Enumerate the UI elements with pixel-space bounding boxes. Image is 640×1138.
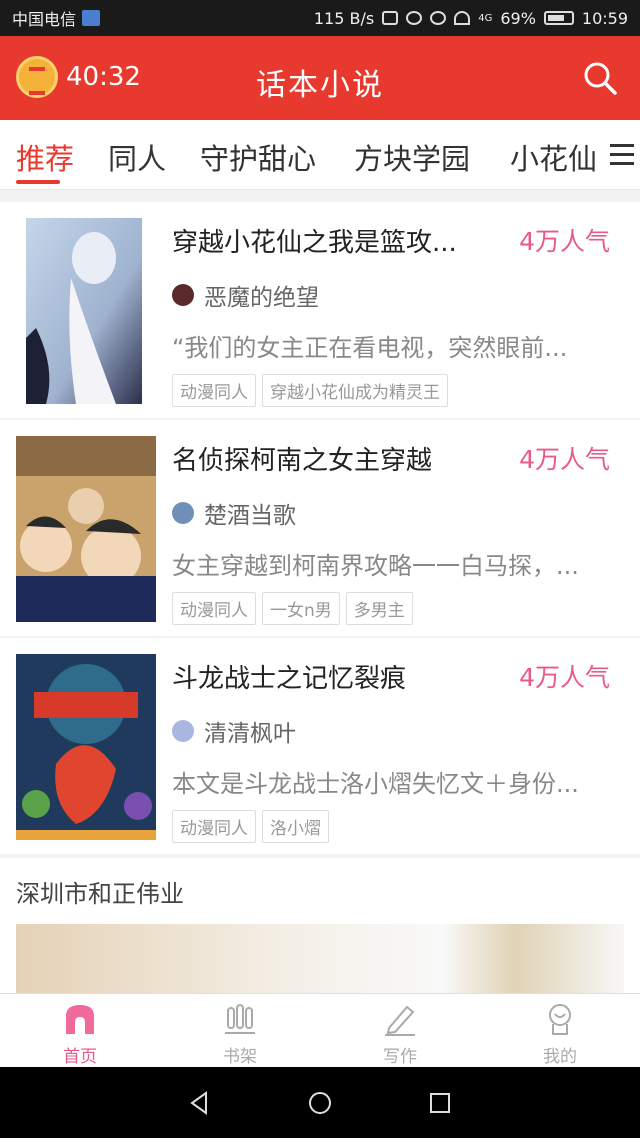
nav-label: 写作 <box>383 1047 417 1067</box>
novel-summary: 女主穿越到柯南界攻略一一白马探，... <box>172 552 579 580</box>
category-tabs: 推荐 同人 守护甜心 方块学园 小花仙 <box>0 120 640 190</box>
tab-block-academy[interactable]: 方块学园 <box>354 136 470 178</box>
tab-fanfic[interactable]: 同人 <box>108 136 166 178</box>
status-bar: 中国电信 115 B/s 4G 69% 10:59 <box>0 0 640 36</box>
notification-icon <box>82 10 101 26</box>
tab-little-flower-fairy[interactable]: 小花仙 <box>510 136 597 178</box>
nav-label: 我的 <box>543 1047 577 1067</box>
pencil-icon <box>385 1005 415 1036</box>
ad-banner[interactable]: 深圳市和正伟业 <box>0 858 640 993</box>
novel-cover <box>16 654 156 840</box>
back-icon[interactable] <box>188 1091 212 1115</box>
tab-guardian-sweetheart[interactable]: 守护甜心 <box>200 136 316 178</box>
nav-bookshelf[interactable]: 书架 <box>160 994 320 1067</box>
app-bar: 40:32 话本小说 <box>0 36 640 120</box>
tag[interactable]: 动漫同人 <box>172 810 256 843</box>
network-speed: 115 B/s <box>313 8 375 28</box>
novel-title: 穿越小花仙之我是篮攻... <box>172 228 457 258</box>
alarm-icon <box>406 11 423 25</box>
clock: 10:59 <box>581 8 628 28</box>
nav-write[interactable]: 写作 <box>320 994 480 1067</box>
system-nav-bar <box>0 1067 640 1138</box>
novel-summary: “我们的女主正在看电视，突然眼前... <box>172 334 568 362</box>
nav-home[interactable]: 首页 <box>0 994 160 1067</box>
novel-popularity: 4万人气 <box>519 227 610 256</box>
author-name: 清清枫叶 <box>204 721 296 747</box>
novel-title: 名侦探柯南之女主穿越 <box>172 446 433 476</box>
ad-title: 深圳市和正伟业 <box>16 880 184 908</box>
author-name: 恶魔的绝望 <box>204 285 319 311</box>
tag-list: 动漫同人 一女n男 多男主 <box>172 592 413 625</box>
nav-label: 首页 <box>63 1047 97 1067</box>
active-tab-indicator <box>16 180 60 184</box>
author-row: 楚酒当歌 <box>172 496 296 530</box>
novel-cover <box>26 218 142 404</box>
app-title: 话本小说 <box>256 68 384 103</box>
eye-icon <box>430 11 447 25</box>
novel-list[interactable]: 穿越小花仙之我是篮攻... 4万人气 恶魔的绝望 “我们的女主正在看电视，突然眼… <box>0 190 640 993</box>
author-row: 恶魔的绝望 <box>172 278 319 312</box>
tag-list: 动漫同人 穿越小花仙成为精灵王 <box>172 374 448 407</box>
bookshelf-icon <box>225 1004 255 1034</box>
carrier-group: 中国电信 <box>12 6 101 30</box>
carrier-name: 中国电信 <box>12 10 77 29</box>
novel-card[interactable]: 穿越小花仙之我是篮攻... 4万人气 恶魔的绝望 “我们的女主正在看电视，突然眼… <box>0 202 640 418</box>
tag-list: 动漫同人 洛小熠 <box>172 810 329 843</box>
author-name: 楚酒当歌 <box>204 503 296 529</box>
network-type: 4G <box>478 12 493 24</box>
novel-popularity: 4万人气 <box>519 663 610 692</box>
nav-profile[interactable]: 我的 <box>480 994 640 1067</box>
novel-card[interactable]: 斗龙战士之记忆裂痕 4万人气 清清枫叶 本文是斗龙战士洛小熠失忆文＋身份... … <box>0 638 640 854</box>
battery-percent: 69% <box>500 8 536 28</box>
novel-cover <box>16 436 156 622</box>
home-circle-icon[interactable] <box>308 1091 332 1115</box>
search-icon[interactable] <box>582 60 618 96</box>
author-row: 清清枫叶 <box>172 714 296 748</box>
tag[interactable]: 洛小熠 <box>262 810 329 843</box>
tag[interactable]: 多男主 <box>345 592 413 625</box>
novel-popularity: 4万人气 <box>519 445 610 474</box>
bottom-nav: 首页 书架 写作 我的 <box>0 993 640 1067</box>
recents-icon[interactable] <box>428 1091 452 1115</box>
tag[interactable]: 动漫同人 <box>172 592 256 625</box>
avatar <box>172 284 194 306</box>
ad-image[interactable] <box>16 924 624 993</box>
tag[interactable]: 穿越小花仙成为精灵王 <box>262 374 448 407</box>
tag[interactable]: 动漫同人 <box>172 374 256 407</box>
avatar <box>172 720 194 742</box>
home-icon <box>66 1005 94 1034</box>
nav-label: 书架 <box>223 1047 257 1067</box>
profile-icon <box>549 1004 571 1035</box>
tag[interactable]: 一女n男 <box>262 592 340 625</box>
novel-summary: 本文是斗龙战士洛小熠失忆文＋身份... <box>172 770 579 798</box>
vibrate-icon <box>382 11 399 25</box>
avatar <box>172 502 194 524</box>
novel-card[interactable]: 名侦探柯南之女主穿越 4万人气 楚酒当歌 女主穿越到柯南界攻略一一白马探，...… <box>0 420 640 636</box>
battery-icon <box>543 11 574 25</box>
menu-icon[interactable] <box>610 144 634 166</box>
tab-recommend[interactable]: 推荐 <box>16 136 74 178</box>
wifi-icon <box>454 11 471 25</box>
novel-title: 斗龙战士之记忆裂痕 <box>172 664 407 694</box>
status-indicators: 115 B/s 4G 69% 10:59 <box>314 9 628 28</box>
